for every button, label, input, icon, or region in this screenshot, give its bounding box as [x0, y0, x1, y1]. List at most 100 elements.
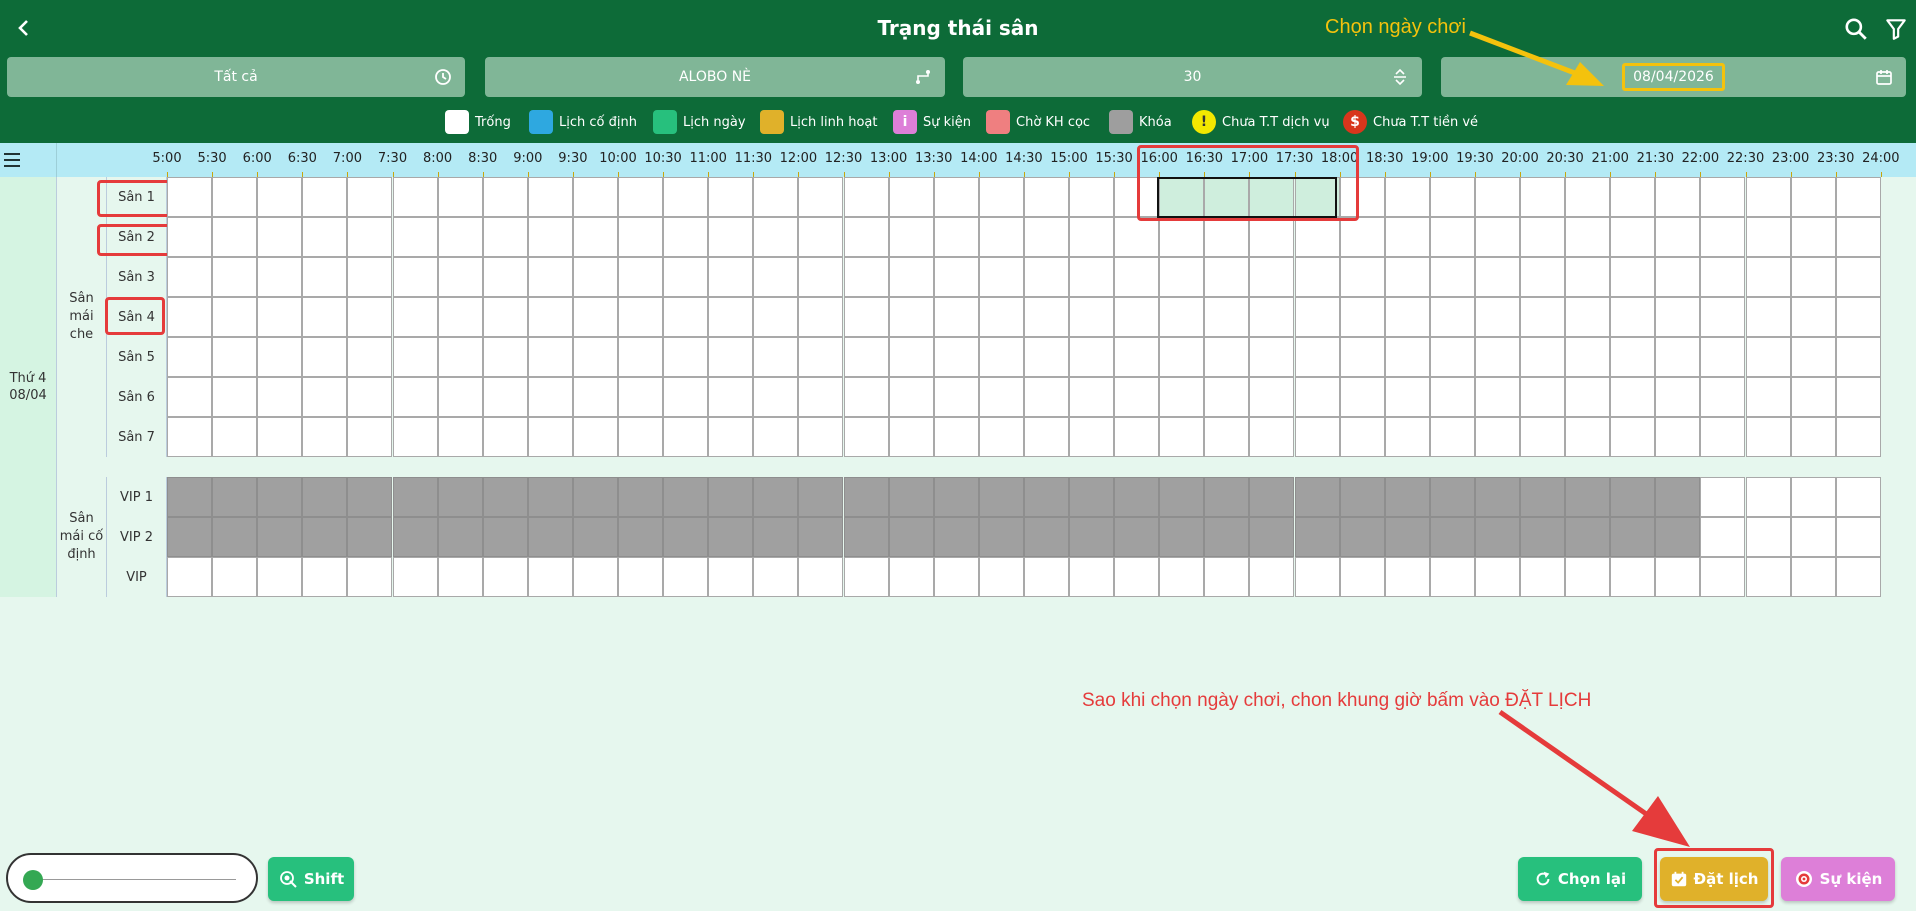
time-slot-cell[interactable] [663, 477, 709, 517]
time-slot-cell[interactable] [1565, 257, 1611, 297]
time-slot-cell[interactable] [978, 177, 1024, 217]
time-slot-cell[interactable] [347, 517, 393, 557]
time-slot-cell[interactable] [753, 257, 799, 297]
time-slot-cell[interactable] [167, 257, 212, 297]
time-slot-cell[interactable] [618, 217, 663, 257]
time-slot-cell[interactable] [1339, 337, 1385, 377]
time-slot-cell[interactable] [1835, 177, 1881, 217]
court-label[interactable]: VIP [107, 557, 167, 597]
time-slot-cell[interactable] [1474, 337, 1520, 377]
time-slot-cell[interactable] [708, 417, 754, 457]
time-slot-cell[interactable] [753, 477, 799, 517]
time-slot-cell[interactable] [1700, 557, 1746, 597]
time-slot-cell[interactable] [618, 477, 663, 517]
time-slot-cell[interactable] [1745, 477, 1791, 517]
time-slot-cell[interactable] [347, 257, 393, 297]
time-slot-cell[interactable] [482, 377, 528, 417]
time-slot-cell[interactable] [978, 557, 1024, 597]
time-slot-cell[interactable] [1249, 557, 1295, 597]
time-slot-cell[interactable] [843, 257, 889, 297]
time-slot-cell[interactable] [663, 557, 709, 597]
time-slot-cell[interactable] [302, 257, 348, 297]
time-slot-cell[interactable] [482, 557, 528, 597]
time-slot-cell[interactable] [1339, 477, 1385, 517]
time-slot-cell[interactable] [1610, 377, 1656, 417]
time-slot-cell[interactable] [482, 257, 528, 297]
time-slot-cell[interactable] [1204, 377, 1250, 417]
time-slot-cell[interactable] [347, 297, 393, 337]
time-slot-cell[interactable] [1114, 297, 1160, 337]
time-slot-cell[interactable] [1339, 377, 1385, 417]
time-slot-cell[interactable] [1790, 417, 1836, 457]
time-slot-cell[interactable] [1520, 557, 1565, 597]
time-slot-cell[interactable] [1429, 257, 1475, 297]
time-slot-cell[interactable] [1745, 297, 1791, 337]
time-slot-cell[interactable] [933, 477, 979, 517]
time-slot-cell[interactable] [257, 417, 303, 457]
time-slot-cell[interactable] [437, 517, 483, 557]
time-slot-cell[interactable] [753, 377, 799, 417]
time-slot-cell[interactable] [302, 477, 348, 517]
time-slot-cell[interactable] [1745, 257, 1791, 297]
time-slot-cell[interactable] [1474, 297, 1520, 337]
time-slot-cell[interactable] [933, 377, 979, 417]
time-slot-cell[interactable] [392, 477, 438, 517]
time-slot-cell[interactable] [1204, 337, 1250, 377]
time-slot-cell[interactable] [1565, 477, 1611, 517]
time-slot-cell[interactable] [1159, 377, 1205, 417]
time-slot-cell[interactable] [1294, 517, 1340, 557]
time-slot-cell[interactable] [1294, 257, 1340, 297]
time-slot-cell[interactable] [1655, 337, 1701, 377]
time-slot-cell[interactable] [1565, 417, 1611, 457]
time-slot-cell[interactable] [302, 517, 348, 557]
grid-menu-button[interactable] [0, 143, 57, 177]
time-slot-cell[interactable] [843, 177, 889, 217]
time-slot-cell[interactable] [708, 297, 754, 337]
time-slot-cell[interactable] [1474, 217, 1520, 257]
time-slot-cell[interactable] [302, 557, 348, 597]
time-slot-cell[interactable] [167, 337, 212, 377]
time-slot-cell[interactable] [888, 477, 934, 517]
zoom-slider-thumb[interactable] [23, 870, 43, 890]
time-slot-cell[interactable] [1474, 517, 1520, 557]
time-slot-cell[interactable] [572, 517, 618, 557]
time-slot-cell[interactable] [437, 417, 483, 457]
time-slot-cell[interactable] [1429, 557, 1475, 597]
time-slot-cell[interactable] [1520, 477, 1565, 517]
time-slot-cell[interactable] [1610, 337, 1656, 377]
time-slot-cell[interactable] [1655, 377, 1701, 417]
time-slot-cell[interactable] [1474, 257, 1520, 297]
time-slot-cell[interactable] [933, 517, 979, 557]
time-slot-cell[interactable] [1204, 517, 1250, 557]
time-slot-cell[interactable] [618, 417, 663, 457]
time-slot-cell[interactable] [1655, 297, 1701, 337]
court-label[interactable]: Sân 7 [107, 417, 167, 457]
time-slot-cell[interactable] [1069, 297, 1114, 337]
time-slot-cell[interactable] [933, 417, 979, 457]
time-slot-cell[interactable] [482, 177, 528, 217]
time-slot-cell[interactable] [663, 177, 709, 217]
time-slot-cell[interactable] [257, 517, 303, 557]
time-slot-cell[interactable] [527, 257, 573, 297]
time-slot-cell[interactable] [663, 297, 709, 337]
court-label[interactable]: VIP 2 [107, 517, 167, 557]
time-slot-cell[interactable] [1520, 257, 1565, 297]
time-slot-cell[interactable] [1610, 217, 1656, 257]
time-slot-cell[interactable] [888, 517, 934, 557]
reset-button[interactable]: Chọn lại [1518, 857, 1642, 901]
time-slot-cell[interactable] [1745, 517, 1791, 557]
time-slot-cell[interactable] [1429, 337, 1475, 377]
time-slot-cell[interactable] [1339, 557, 1385, 597]
time-slot-cell[interactable] [798, 257, 844, 297]
time-slot-cell[interactable] [708, 257, 754, 297]
time-slot-cell[interactable] [843, 477, 889, 517]
time-slot-cell[interactable] [663, 257, 709, 297]
time-slot-cell[interactable] [257, 297, 303, 337]
time-slot-cell[interactable] [302, 177, 348, 217]
time-slot-cell[interactable] [1023, 517, 1069, 557]
time-slot-cell[interactable] [482, 417, 528, 457]
time-slot-cell[interactable] [888, 297, 934, 337]
time-slot-cell[interactable] [1384, 257, 1430, 297]
time-slot-cell[interactable] [392, 557, 438, 597]
time-slot-cell[interactable] [392, 177, 438, 217]
